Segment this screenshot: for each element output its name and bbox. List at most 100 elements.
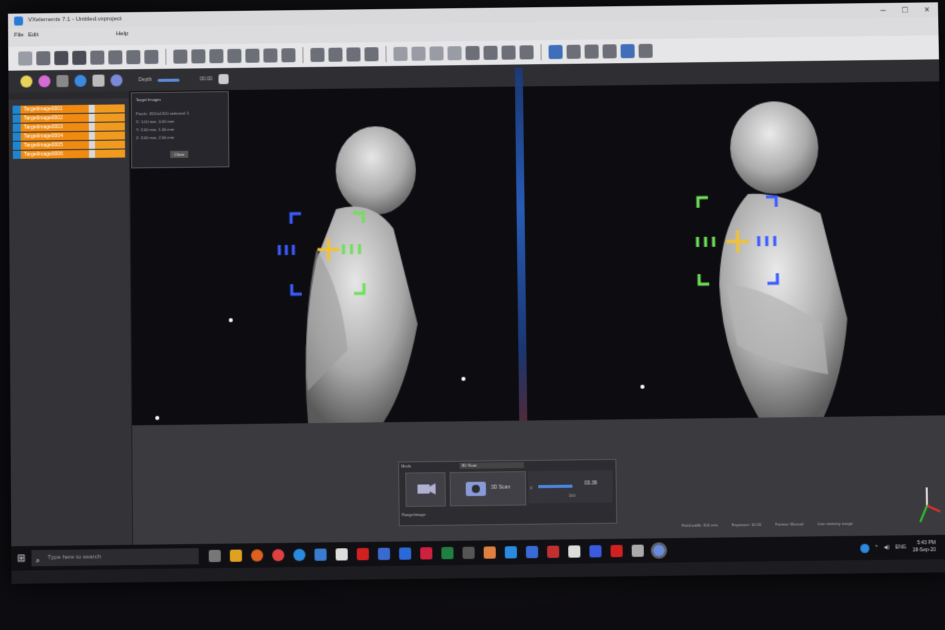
scan-button-label: 3D Scan (490, 484, 511, 491)
select-tool-icon[interactable] (173, 49, 188, 64)
maximize-icon[interactable]: □ (900, 5, 910, 15)
shell-icon[interactable] (281, 48, 296, 63)
network-icon[interactable] (860, 543, 870, 553)
excel-icon[interactable] (441, 546, 454, 560)
merge-icon[interactable] (346, 47, 361, 62)
windows-start-icon[interactable]: ⊞ (11, 546, 31, 571)
window-icon[interactable] (566, 44, 581, 59)
redo-icon[interactable] (126, 50, 141, 65)
close-button[interactable]: Close (170, 150, 189, 158)
filter-icon[interactable] (227, 48, 242, 64)
red-app-icon[interactable] (610, 544, 623, 558)
mesh-tool-icon[interactable] (209, 49, 224, 64)
selection-marker (12, 132, 21, 141)
stop-icon[interactable] (144, 49, 159, 65)
lightbulb-icon[interactable] (20, 75, 33, 88)
curve-icon[interactable] (393, 46, 408, 61)
calculator-icon[interactable] (631, 544, 644, 557)
mail-icon[interactable] (314, 548, 327, 561)
opera-icon[interactable] (356, 547, 369, 561)
color-icon[interactable] (92, 74, 105, 87)
delete-icon[interactable] (90, 50, 105, 65)
slider-track[interactable] (538, 484, 573, 489)
open-folder-icon[interactable] (36, 51, 51, 66)
task-view-icon[interactable] (208, 549, 221, 563)
layout-icon[interactable] (548, 44, 563, 60)
cut-icon[interactable] (465, 45, 480, 61)
save-icon[interactable] (54, 50, 69, 66)
lasso-tool-icon[interactable] (191, 49, 206, 64)
list-item[interactable]: TargetImage0005 (12, 140, 126, 150)
layers-icon[interactable] (602, 44, 617, 59)
clock[interactable]: 5:43 PM 18-Sep-20 (912, 540, 936, 554)
menu-file[interactable]: File (14, 32, 24, 38)
minimize-icon[interactable]: – (878, 5, 888, 15)
vxelements-icon[interactable] (650, 542, 668, 559)
gem-icon[interactable] (110, 74, 123, 87)
box-icon[interactable] (56, 74, 69, 88)
undo-icon[interactable] (108, 50, 123, 65)
media-player-icon[interactable] (589, 545, 602, 558)
menu-help[interactable]: Help (116, 31, 128, 37)
list-item[interactable]: TargetImage0002 (12, 113, 125, 123)
align-icon[interactable] (263, 48, 278, 63)
powerpoint-icon[interactable] (420, 547, 433, 560)
list-item[interactable]: TargetImage0001 (12, 104, 125, 114)
language-indicator[interactable]: ENG (895, 544, 906, 550)
word-icon[interactable] (377, 547, 391, 561)
ellipse-icon[interactable] (447, 46, 462, 61)
mode-select[interactable]: 3D Scan (459, 462, 524, 469)
toolbar-separator (165, 48, 167, 65)
target-images-popup: Target Images Pixels: 1920x1200 selected… (130, 91, 230, 169)
zoom-app-icon[interactable] (504, 546, 517, 559)
list-item[interactable]: TargetImage0006 (12, 149, 126, 159)
wrench-icon[interactable] (218, 74, 229, 85)
copy-icon[interactable] (310, 47, 325, 63)
firefox-icon[interactable] (250, 549, 264, 562)
status-field-width: Field width: 300 mm (681, 522, 718, 528)
file-explorer-icon[interactable] (229, 549, 243, 562)
measure-icon[interactable] (584, 44, 599, 59)
right-camera-view[interactable] (518, 81, 945, 421)
volume-icon[interactable]: ◀) (884, 545, 890, 551)
list-item[interactable]: TargetImage0003 (12, 122, 125, 132)
depth-value[interactable]: 00.00 (200, 76, 213, 82)
targets-panel: TargetImage0001 TargetImage0002 TargetIm… (8, 91, 134, 547)
target-name: TargetImage0005 (20, 140, 89, 150)
palette-icon[interactable] (38, 75, 51, 88)
axis-icon[interactable] (74, 74, 87, 87)
link-icon[interactable] (483, 45, 498, 60)
scan-button[interactable]: 3D Scan (449, 471, 527, 507)
table-icon[interactable] (328, 47, 343, 62)
depth-slider[interactable] (157, 78, 180, 82)
points-icon[interactable] (245, 48, 260, 63)
save-as-icon[interactable] (72, 50, 87, 65)
arc-icon[interactable] (411, 46, 426, 61)
settings-icon[interactable] (638, 43, 653, 59)
chevron-up-icon[interactable]: ^ (875, 545, 877, 551)
outlook-icon[interactable] (399, 547, 412, 560)
slider-max-label: 100 (568, 492, 576, 498)
acrobat-icon[interactable] (547, 545, 560, 558)
notes-icon[interactable] (483, 546, 496, 559)
new-file-icon[interactable] (18, 51, 33, 66)
app-icon[interactable] (462, 546, 475, 559)
rectangle-icon[interactable] (429, 46, 444, 61)
toolbar-separator (385, 46, 387, 63)
zoom-icon[interactable] (620, 44, 635, 59)
export-icon[interactable] (364, 47, 379, 62)
menu-edit[interactable]: Edit (28, 32, 38, 38)
exposure-slider[interactable]: 0 100 03.36 (527, 470, 613, 504)
store-icon[interactable] (335, 548, 348, 561)
edge-icon[interactable] (293, 548, 306, 562)
chrome-icon[interactable] (272, 549, 285, 562)
list-item[interactable]: TargetImage0004 (12, 131, 125, 141)
taskbar-search-input[interactable]: ⌕ Type here to search (31, 548, 199, 567)
line-tool-icon[interactable] (501, 45, 516, 60)
arrow-right-icon[interactable] (519, 45, 534, 60)
autocad-icon[interactable] (525, 545, 539, 559)
close-icon[interactable]: × (922, 4, 932, 14)
exposure-value[interactable]: 03.36 (584, 480, 597, 486)
video-button[interactable] (405, 472, 446, 507)
reader-icon[interactable] (568, 545, 581, 558)
